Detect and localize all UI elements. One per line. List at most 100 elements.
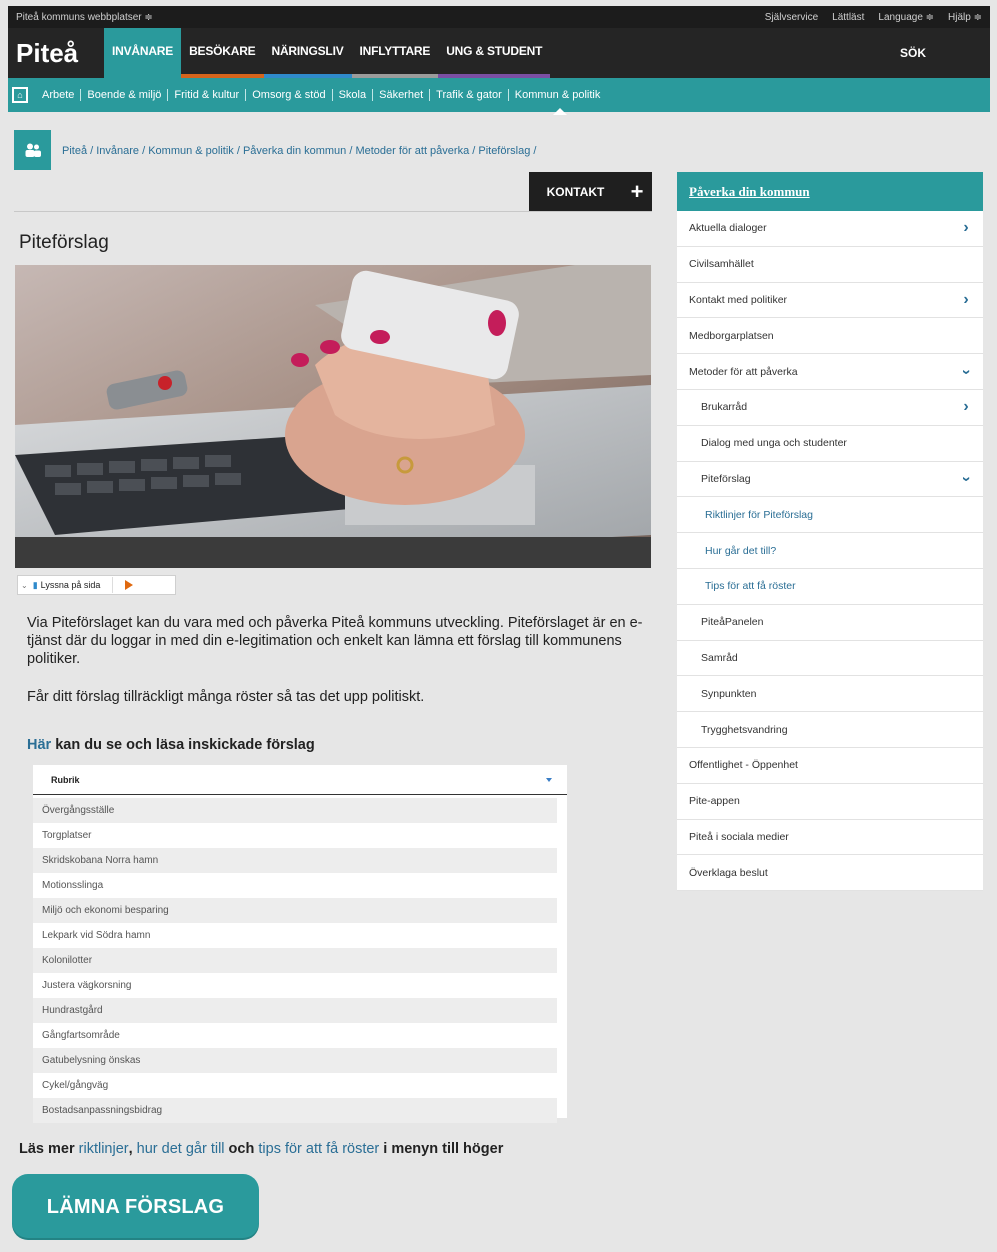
sidebar-item[interactable]: Aktuella dialoger › xyxy=(677,211,983,247)
list-item[interactable]: Kolonilotter xyxy=(33,948,557,973)
sidebar-item[interactable]: Dialog med unga och studenter xyxy=(677,426,983,462)
subnav-item-boende[interactable]: Boende & miljö xyxy=(81,89,169,101)
listen-label[interactable]: Lyssna på sida xyxy=(41,580,101,590)
sidebar-item-label: Hur går det till? xyxy=(705,544,777,557)
subnav-item-trafik[interactable]: Trafik & gator xyxy=(430,89,509,101)
subnav-item-skola[interactable]: Skola xyxy=(333,89,374,101)
chevron-down-icon[interactable]: › xyxy=(957,365,975,379)
expand-icon[interactable]: ⌄ xyxy=(21,581,28,590)
link-sjalvservice[interactable]: Självservice xyxy=(765,12,818,23)
sidebar-item-label: Kontakt med politiker xyxy=(689,293,788,306)
sidebar-item[interactable]: Trygghetsvandring xyxy=(677,712,983,748)
sidebar-item[interactable]: Medborgarplatsen xyxy=(677,318,983,355)
subnav-item-fritid[interactable]: Fritid & kultur xyxy=(168,89,247,101)
help-selector[interactable]: Hjälp ≑ xyxy=(948,12,982,23)
sidebar-item[interactable]: Pite-appen xyxy=(677,784,983,820)
link-lattlast[interactable]: Lättläst xyxy=(832,12,864,23)
chevron-right-icon[interactable]: › xyxy=(959,291,973,309)
subnav-item-arbete[interactable]: Arbete xyxy=(36,89,82,101)
chevron-right-icon[interactable]: › xyxy=(959,398,973,416)
sidebar-item[interactable]: Brukarråd › xyxy=(677,390,983,426)
sidebar-item-label: Samråd xyxy=(701,651,738,664)
list-item[interactable]: Gångfartsområde xyxy=(33,1023,557,1048)
read-more-text: Läs mer riktlinjer, hur det går till och… xyxy=(19,1141,503,1157)
subnav-item-sakerhet[interactable]: Säkerhet xyxy=(373,89,431,101)
play-icon[interactable] xyxy=(125,580,134,590)
sub-navigation: ⌂ Arbete Boende & miljö Fritid & kultur … xyxy=(8,78,990,115)
tab-besokare[interactable]: BESÖKARE xyxy=(181,28,264,78)
sidebar-item[interactable]: Civilsamhället xyxy=(677,247,983,283)
sidebar-item[interactable]: Piteå i sociala medier xyxy=(677,820,983,856)
main-navigation: Piteå INVÅNARE BESÖKARE NÄRINGSLIV INFLY… xyxy=(8,28,990,78)
rubrik-select[interactable]: Rubrik xyxy=(33,765,567,795)
sidebar-item-label: PiteåPanelen xyxy=(701,616,764,629)
chevron-right-icon[interactable]: › xyxy=(959,219,973,237)
sidebar-item[interactable]: Synpunkten xyxy=(677,676,983,713)
list-item[interactable]: Cykel/gångväg xyxy=(33,1073,557,1098)
list-item[interactable]: Miljö och ekonomi besparing xyxy=(33,898,557,923)
speaker-icon: ▮ xyxy=(32,579,38,590)
utility-links: Självservice Lättläst Language ≑ Hjälp ≑ xyxy=(765,12,982,23)
list-item[interactable]: Hundrastgård xyxy=(33,998,557,1023)
sidebar-item[interactable]: Piteförslag › xyxy=(677,462,983,498)
list-item[interactable]: Torgplatser xyxy=(33,823,557,848)
sidebar-item[interactable]: Riktlinjer för Piteförslag xyxy=(677,497,983,534)
listen-player[interactable]: ⌄ ▮ Lyssna på sida xyxy=(17,575,176,595)
contact-button[interactable]: KONTAKT xyxy=(529,172,622,211)
sidebar-item[interactable]: Offentlighet - Öppenhet xyxy=(677,748,983,784)
subnav-item-omsorg[interactable]: Omsorg & stöd xyxy=(246,89,333,101)
people-icon-graphic xyxy=(25,143,41,157)
list-item[interactable]: Gatubelysning önskas xyxy=(33,1048,557,1073)
sidebar-item-label: Brukarråd xyxy=(701,401,748,414)
subnav-item-kommun-label: Kommun & politik xyxy=(514,89,601,101)
intro-text: Via Piteförslaget kan du vara med och på… xyxy=(27,614,647,726)
tab-invanare[interactable]: INVÅNARE xyxy=(104,28,182,78)
link-tips[interactable]: tips för att få röster xyxy=(258,1141,379,1157)
list-item[interactable]: Lekpark vid Södra hamn xyxy=(33,923,557,948)
chevron-down-icon[interactable]: › xyxy=(957,472,975,486)
home-icon[interactable]: ⌂ xyxy=(12,87,28,103)
site-selector[interactable]: Piteå kommuns webbplatser ≑ xyxy=(16,12,153,23)
proposals-link[interactable]: Här xyxy=(27,737,51,753)
sidebar-item-label: Riktlinjer för Piteförslag xyxy=(705,508,813,521)
chevron-down-icon[interactable] xyxy=(546,778,552,782)
sidebar-item-label: Piteförslag xyxy=(701,472,751,485)
proposals-heading-text: kan du se och läsa inskickade förslag xyxy=(51,737,315,753)
sidebar-item[interactable]: Samråd xyxy=(677,641,983,677)
submit-proposal-button[interactable]: LÄMNA FÖRSLAG xyxy=(12,1174,259,1240)
select-label: Rubrik xyxy=(51,774,80,785)
site-logo[interactable]: Piteå xyxy=(8,28,104,78)
sidebar-item-label: Överklaga beslut xyxy=(689,866,768,879)
proposal-list: Övergångsställe Torgplatser Skridskobana… xyxy=(33,795,567,1123)
listen-separator xyxy=(112,577,114,593)
link-hur-det-gar-till[interactable]: hur det går till xyxy=(137,1141,225,1157)
sidebar-header[interactable]: Påverka din kommun xyxy=(677,172,983,211)
sidebar-item-label: Synpunkten xyxy=(701,687,757,700)
link-riktlinjer[interactable]: riktlinjer xyxy=(79,1141,129,1157)
sidebar-item[interactable]: Metoder för att påverka › xyxy=(677,354,983,390)
tab-naringsliv[interactable]: NÄRINGSLIV xyxy=(263,28,352,78)
search-button[interactable]: SÖK xyxy=(900,28,990,78)
language-selector[interactable]: Language ≑ xyxy=(878,12,934,23)
breadcrumb[interactable]: Piteå / Invånare / Kommun & politik / På… xyxy=(62,145,536,157)
hero-image xyxy=(15,265,651,568)
list-item[interactable]: Övergångsställe xyxy=(33,798,557,823)
sidebar-item-label: Medborgarplatsen xyxy=(689,329,774,342)
list-item[interactable]: Bostadsanpassningsbidrag xyxy=(33,1098,557,1123)
list-item[interactable]: Skridskobana Norra hamn xyxy=(33,848,557,873)
subnav-item-kommun[interactable]: Kommun & politik xyxy=(509,89,607,115)
list-item[interactable]: Motionsslinga xyxy=(33,873,557,898)
sidebar-item[interactable]: Tips för att få röster xyxy=(677,569,983,605)
sidebar-item[interactable]: PiteåPanelen xyxy=(677,605,983,641)
sidebar-item[interactable]: Kontakt med politiker › xyxy=(677,283,983,319)
sidebar-item[interactable]: Hur går det till? xyxy=(677,533,983,569)
tab-inflyttare[interactable]: INFLYTTARE xyxy=(351,28,439,78)
tab-ung-student[interactable]: UNG & STUDENT xyxy=(438,28,551,78)
read-more-sep-2: och xyxy=(224,1141,259,1157)
plus-icon[interactable]: + xyxy=(622,172,652,211)
sidebar-menu: Aktuella dialoger › Civilsamhället Kontakt … xyxy=(677,211,983,892)
read-more-suffix: i menyn till höger xyxy=(379,1141,504,1157)
sidebar-item[interactable]: Överklaga beslut xyxy=(677,855,983,892)
people-icon xyxy=(14,130,51,170)
list-item[interactable]: Justera vägkorsning xyxy=(33,973,557,998)
